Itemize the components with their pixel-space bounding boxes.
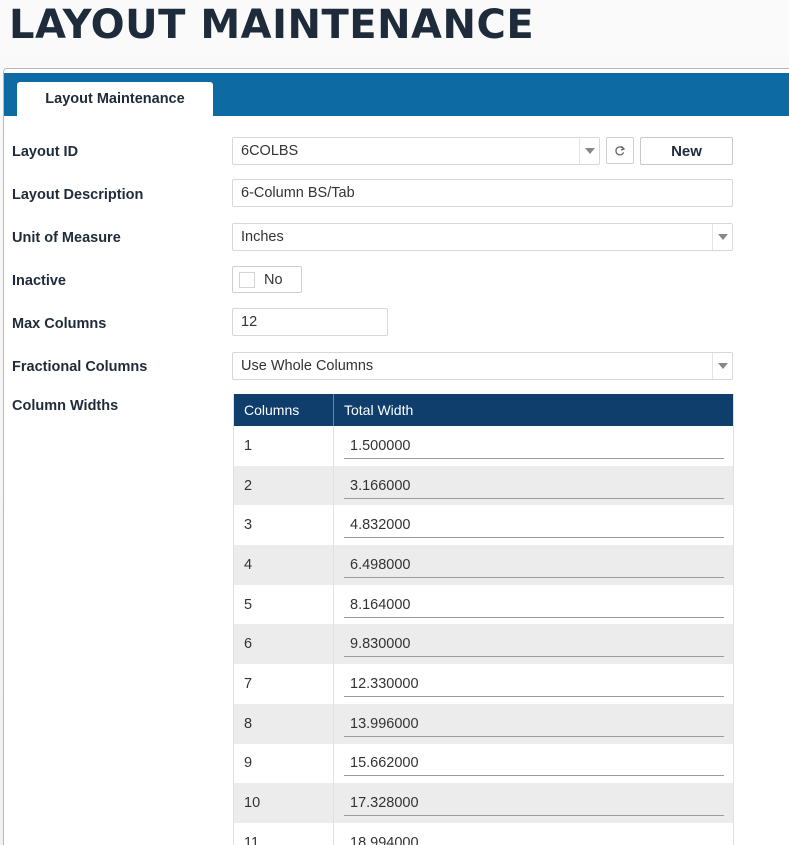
table-row: 3 4.832000	[234, 505, 733, 546]
total-width-input[interactable]: 1.500000	[344, 433, 724, 459]
table-row: 7 12.330000	[234, 664, 733, 704]
column-number-cell: 2	[234, 465, 334, 506]
tab-bar: Layout Maintenance	[4, 73, 789, 116]
unit-of-measure-select[interactable]: Inches	[232, 223, 733, 251]
grid-body: 1 1.500000 2 3.166000 3 4.832000 4 6.498000 5 8.1…	[234, 426, 733, 845]
column-number-cell: 10	[234, 783, 334, 823]
table-row: 8 13.996000	[234, 703, 733, 744]
column-widths-grid: Columns Total Width 1 1.500000 2 3.166000 3 4…	[233, 394, 734, 845]
grid-header: Columns Total Width	[234, 394, 733, 426]
total-width-input[interactable]: 6.498000	[344, 552, 724, 578]
total-width-input[interactable]: 15.662000	[344, 750, 724, 777]
total-width-input[interactable]: 12.330000	[344, 671, 724, 697]
max-columns-input[interactable]: 12	[232, 308, 388, 336]
table-row: 5 8.164000	[234, 584, 733, 625]
total-width-input[interactable]: 3.166000	[344, 473, 724, 499]
total-width-input[interactable]: 9.830000	[344, 631, 724, 658]
total-width-input[interactable]: 17.328000	[344, 790, 724, 817]
total-width-input[interactable]: 8.164000	[344, 592, 724, 618]
layout-id-combo[interactable]: 6COLBS	[232, 137, 600, 165]
table-row: 11 18.994000	[234, 822, 733, 845]
column-number-cell: 3	[234, 505, 334, 546]
table-row: 4 6.498000	[234, 545, 733, 585]
table-row: 10 17.328000	[234, 783, 733, 823]
refresh-button[interactable]	[606, 137, 634, 164]
inactive-value: No	[264, 271, 283, 288]
chevron-down-icon	[717, 234, 728, 240]
chevron-down-icon	[584, 148, 595, 154]
total-width-input[interactable]: 4.832000	[344, 512, 724, 539]
column-number-cell: 5	[234, 584, 334, 625]
refresh-icon	[615, 145, 626, 155]
inactive-checkbox[interactable]: No	[232, 266, 302, 293]
fractional-columns-dropdown-button[interactable]	[712, 353, 732, 379]
layout-description-label: Layout Description	[12, 187, 144, 203]
column-number-cell: 4	[234, 545, 334, 585]
layout-id-dropdown-button[interactable]	[579, 138, 599, 164]
unit-of-measure-value: Inches	[241, 229, 284, 245]
layout-panel: Layout Maintenance Layout ID 6COLBS New …	[3, 68, 789, 845]
unit-of-measure-label: Unit of Measure	[12, 230, 121, 246]
layout-description-input[interactable]: 6-Column BS/Tab	[232, 179, 733, 207]
checkbox-box[interactable]	[239, 271, 255, 288]
max-columns-label: Max Columns	[12, 316, 107, 332]
column-number-cell: 11	[234, 822, 334, 845]
fractional-columns-label: Fractional Columns	[12, 359, 148, 375]
total-width-input[interactable]: 18.994000	[344, 830, 724, 845]
layout-id-value: 6COLBS	[241, 143, 299, 159]
layout-id-label: Layout ID	[12, 144, 79, 160]
column-widths-label: Column Widths	[12, 398, 119, 414]
total-width-input[interactable]: 13.996000	[344, 711, 724, 737]
chevron-down-icon	[717, 363, 728, 369]
header-columns[interactable]: Columns	[234, 394, 334, 426]
table-row: 1 1.500000	[234, 426, 733, 466]
table-row: 2 3.166000	[234, 465, 733, 506]
unit-of-measure-dropdown-button[interactable]	[712, 224, 732, 250]
fractional-columns-value: Use Whole Columns	[241, 358, 374, 374]
new-button[interactable]: New	[640, 137, 733, 165]
inactive-label: Inactive	[12, 273, 66, 289]
column-number-cell: 7	[234, 664, 334, 704]
fractional-columns-select[interactable]: Use Whole Columns	[232, 352, 733, 380]
page-title: LAYOUT MAINTENANCE	[9, 2, 535, 48]
tab-layout-maintenance[interactable]: Layout Maintenance	[17, 82, 213, 116]
table-row: 6 9.830000	[234, 624, 733, 665]
column-number-cell: 8	[234, 703, 334, 744]
column-number-cell: 9	[234, 743, 334, 784]
column-number-cell: 6	[234, 624, 334, 665]
table-row: 9 15.662000	[234, 743, 733, 784]
header-total-width[interactable]: Total Width	[334, 402, 413, 418]
column-number-cell: 1	[234, 426, 334, 466]
